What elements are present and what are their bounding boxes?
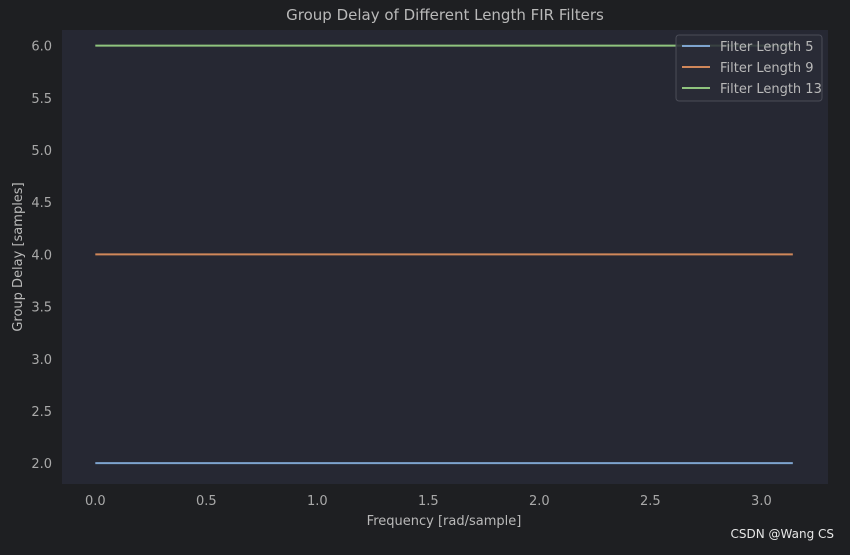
y-tick-label: 4.5 [31,196,52,211]
group-delay-chart: Group Delay of Different Length FIR Filt… [11,6,828,529]
x-tick-label: 2.0 [529,494,550,509]
y-axis-label: Group Delay [samples] [11,182,26,331]
chart-title: Group Delay of Different Length FIR Filt… [286,6,604,24]
x-tick-label: 1.0 [307,494,328,509]
x-tick-label: 0.5 [196,494,217,509]
x-axis-label: Frequency [rad/sample] [367,514,522,529]
legend-label: Filter Length 5 [720,40,814,55]
x-tick-label: 3.0 [751,494,772,509]
x-tick-label: 0.0 [85,494,106,509]
x-axis-ticks: 0.0 0.5 1.0 1.5 2.0 2.5 3.0 [85,494,772,509]
legend-label: Filter Length 13 [720,82,822,97]
y-tick-label: 2.0 [31,457,52,472]
y-tick-label: 3.5 [31,301,52,316]
y-tick-label: 5.0 [31,144,52,159]
y-tick-label: 6.0 [31,40,52,55]
y-axis-ticks: 2.0 2.5 3.0 3.5 4.0 4.5 5.0 5.5 6.0 [31,40,52,472]
watermark: CSDN @Wang CS [730,527,834,541]
y-tick-label: 3.0 [31,353,52,368]
y-tick-label: 2.5 [31,405,52,420]
y-tick-label: 5.5 [31,92,52,107]
chart-container: Group Delay of Different Length FIR Filt… [0,0,850,551]
legend: Filter Length 5 Filter Length 9 Filter Len… [675,34,823,102]
x-tick-label: 2.5 [640,494,661,509]
legend-label: Filter Length 9 [720,61,814,76]
y-tick-label: 4.0 [31,248,52,263]
x-tick-label: 1.5 [418,494,439,509]
